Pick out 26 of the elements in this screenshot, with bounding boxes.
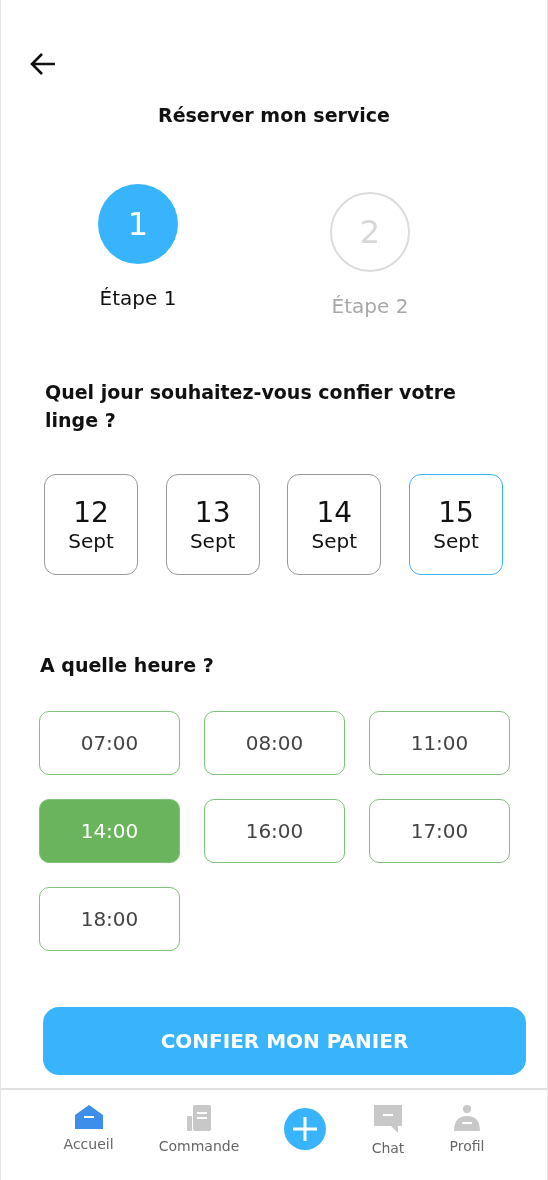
date-option[interactable]: 14 Sept: [287, 474, 382, 575]
step-indicator: 1: [98, 184, 178, 264]
date-option[interactable]: 12 Sept: [44, 474, 138, 575]
step-label: Étape 2: [331, 294, 409, 318]
house-icon: [73, 1104, 104, 1130]
plus-icon: [292, 1116, 319, 1142]
day-question: Quel jour souhaitez-vous confier votre linge ?: [44, 380, 457, 433]
time-slot[interactable]: 07:00: [39, 711, 180, 775]
time-slot[interactable]: 16:00: [204, 799, 345, 863]
time-slot[interactable]: 08:00: [204, 711, 345, 775]
step-label: Étape 1: [99, 286, 177, 310]
date-option[interactable]: 13 Sept: [165, 474, 260, 575]
time-question: A quelle heure ?: [39, 653, 215, 678]
page-title: Réserver mon service: [157, 104, 391, 126]
time-slot[interactable]: 18:00: [39, 887, 180, 951]
nav-tab[interactable]: Profil: [449, 1104, 485, 1154]
person-icon: [452, 1104, 481, 1132]
date-option[interactable]: 15 Sept: [408, 474, 503, 575]
nav-tab[interactable]: Commande: [158, 1104, 240, 1154]
time-slot[interactable]: 17:00: [369, 799, 510, 863]
time-slot[interactable]: 11:00: [369, 711, 510, 775]
nav-tab[interactable]: Chat: [371, 1104, 405, 1156]
back-arrow-icon[interactable]: [29, 52, 57, 76]
document-icon: [185, 1104, 213, 1132]
chat-icon: [373, 1104, 403, 1134]
nav-tab[interactable]: Accueil: [63, 1104, 114, 1152]
